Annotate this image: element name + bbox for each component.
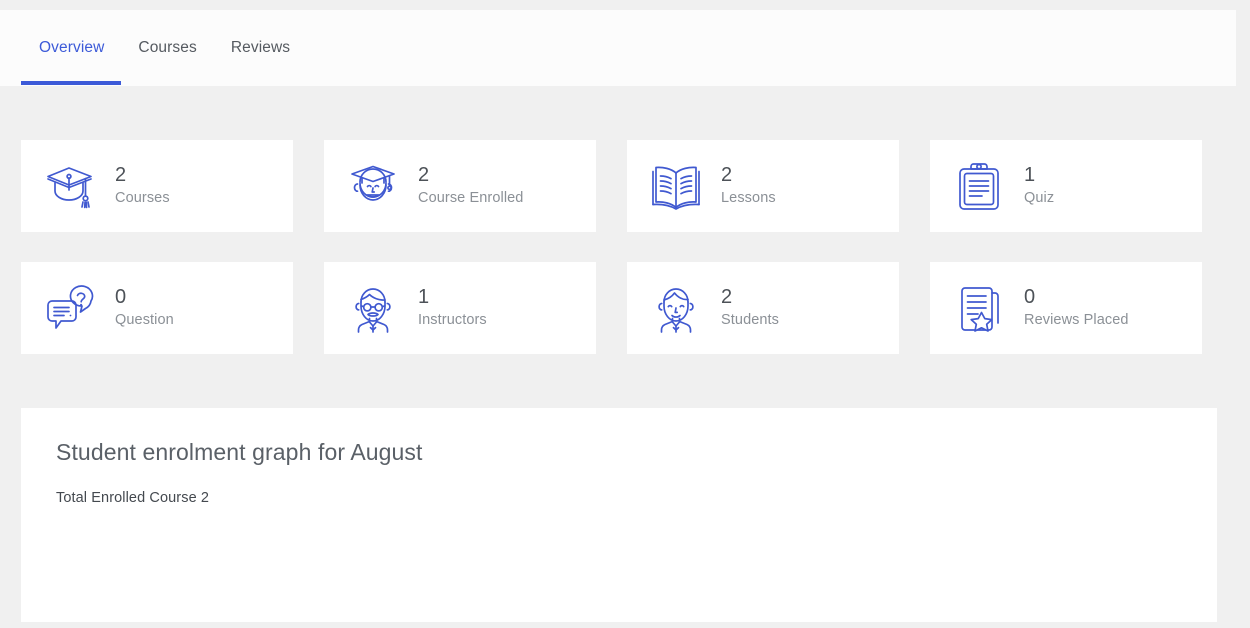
- tab-reviews[interactable]: Reviews: [214, 10, 307, 86]
- stats-grid: 2 Courses 2 Course Enrolled 2 Lessons 1 …: [21, 140, 1217, 354]
- graph-plot-area: [56, 519, 1182, 620]
- stat-text: 1 Instructors: [418, 285, 487, 332]
- instructor-icon: [344, 279, 402, 337]
- stat-card-students[interactable]: 2 Students: [627, 262, 899, 354]
- stat-value: 2: [721, 163, 733, 186]
- stat-label: Question: [115, 311, 174, 328]
- open-book-icon: [647, 157, 705, 215]
- stat-card-quiz[interactable]: 1 Quiz: [930, 140, 1202, 232]
- stat-label: Courses: [115, 189, 170, 206]
- stat-text: 0 Question: [115, 285, 174, 332]
- stat-label: Quiz: [1024, 189, 1055, 206]
- enrolment-graph-panel: Student enrolment graph for August Total…: [21, 408, 1217, 622]
- dashboard-page: Overview Courses Reviews 2 Courses 2 Cou…: [0, 0, 1250, 628]
- tab-overview[interactable]: Overview: [21, 10, 122, 86]
- stat-text: 2 Course Enrolled: [418, 163, 523, 210]
- graph-subtitle: Total Enrolled Course 2: [56, 489, 210, 506]
- graduate-student-icon: [344, 157, 402, 215]
- tab-overview-label: Overview: [39, 39, 105, 56]
- tab-reviews-label: Reviews: [230, 39, 291, 56]
- stat-card-reviews-placed[interactable]: 0 Reviews Placed: [930, 262, 1202, 354]
- stat-text: 0 Reviews Placed: [1024, 285, 1129, 332]
- review-document-star-icon: [950, 279, 1008, 337]
- stat-value: 2: [115, 163, 127, 186]
- stat-label: Lessons: [721, 189, 776, 206]
- tab-courses-label: Courses: [138, 39, 197, 56]
- stat-card-course-enrolled[interactable]: 2 Course Enrolled: [324, 140, 596, 232]
- stat-text: 2 Courses: [115, 163, 170, 210]
- stat-label: Reviews Placed: [1024, 311, 1129, 328]
- stat-label: Course Enrolled: [418, 189, 524, 206]
- student-icon: [647, 279, 705, 337]
- stat-label: Instructors: [418, 311, 487, 328]
- stat-text: 1 Quiz: [1024, 163, 1054, 210]
- stat-card-courses[interactable]: 2 Courses: [21, 140, 293, 232]
- stat-text: 2 Students: [721, 285, 779, 332]
- stat-label: Students: [721, 311, 780, 328]
- stat-value: 0: [115, 285, 127, 308]
- stat-value: 1: [418, 285, 430, 308]
- stat-text: 2 Lessons: [721, 163, 776, 210]
- graduation-cap-icon: [41, 157, 99, 215]
- stat-card-question[interactable]: 0 Question: [21, 262, 293, 354]
- stat-value: 0: [1024, 285, 1036, 308]
- graph-title: Student enrolment graph for August: [56, 439, 423, 465]
- question-chat-icon: [41, 279, 99, 337]
- stat-value: 2: [721, 285, 733, 308]
- clipboard-icon: [950, 157, 1008, 215]
- stat-card-lessons[interactable]: 2 Lessons: [627, 140, 899, 232]
- stat-value: 1: [1024, 163, 1036, 186]
- tab-courses[interactable]: Courses: [121, 10, 213, 86]
- stat-value: 2: [418, 163, 430, 186]
- tab-bar: Overview Courses Reviews: [0, 10, 1236, 86]
- stat-card-instructors[interactable]: 1 Instructors: [324, 262, 596, 354]
